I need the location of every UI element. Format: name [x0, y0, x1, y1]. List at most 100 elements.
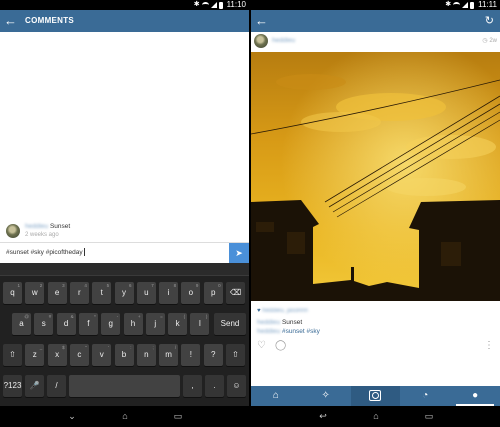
key-o[interactable]: o9 — [181, 282, 201, 304]
status-time: 11:10 — [226, 0, 246, 9]
likers-redacted[interactable]: heddieu, jasonnn — [262, 308, 308, 314]
clock-icon: ◷ — [482, 38, 488, 44]
key-e[interactable]: e3 — [47, 282, 67, 304]
avatar[interactable] — [6, 224, 20, 238]
status-time: 11:11 — [478, 0, 497, 9]
key-i[interactable]: i8 — [159, 282, 179, 304]
key-f[interactable]: f * — [78, 313, 98, 335]
heart-icon: ♥ — [257, 308, 261, 314]
shift-key[interactable]: ⇧ — [3, 344, 22, 366]
comment-bubble-icon[interactable]: ◯ — [275, 339, 286, 353]
symbols-key[interactable]: ?123 — [3, 375, 22, 397]
tab-profile[interactable]: ● — [450, 386, 500, 406]
system-nav-bar: ⌄ ⌂ ▭ — [0, 406, 249, 427]
shift-key[interactable]: ⇧ — [226, 344, 245, 366]
signal-icon — [210, 2, 217, 8]
key-r[interactable]: r4 — [69, 282, 89, 304]
tab-explore[interactable]: ✧ — [301, 386, 351, 406]
likes-line[interactable]: ♥ heddieu, jasonnn — [257, 308, 308, 314]
key-u[interactable]: u7 — [136, 282, 156, 304]
text-caret — [83, 248, 85, 257]
back-arrow-icon[interactable]: ← — [255, 13, 269, 29]
nav-home-button[interactable]: ⌂ — [366, 406, 386, 427]
key-m[interactable]: m / — [159, 344, 179, 366]
battery-icon — [218, 1, 223, 9]
nav-back-button[interactable]: ⌄ — [62, 406, 82, 427]
soft-keyboard: q 1 w 2 e 3 r 4 t 5 y 6 u 7 i 8 o 9 p 0 ⌫ a @ s # d & f * g - h + j = k(l) S… — [0, 263, 249, 406]
microphone-key[interactable]: 🎤 — [25, 375, 44, 397]
key-w[interactable]: w2 — [25, 282, 45, 304]
key-h[interactable]: h + — [123, 313, 143, 335]
comment-input-row: #sunset #sky #picoftheday ➤ — [0, 242, 249, 264]
heart-outline-icon[interactable]: ♡ — [257, 339, 266, 353]
battery-icon — [470, 1, 475, 9]
space-bar[interactable] — [69, 375, 180, 397]
key-z[interactable]: z _ — [25, 344, 45, 366]
post-tags: heddieu #sunset #sky — [257, 328, 320, 335]
key-v[interactable]: v ' — [92, 344, 112, 366]
comments-screen: ✱ 11:10 ← COMMENTS heddieu Sunset 2 week… — [0, 0, 249, 427]
key-g[interactable]: g- — [101, 313, 121, 335]
key-a[interactable]: a @ — [12, 313, 31, 335]
sunset-photo — [251, 52, 500, 301]
app-bar: ← COMMENTS — [0, 10, 249, 32]
username-redacted[interactable]: heddieu — [257, 319, 280, 326]
key-q[interactable]: q1 — [3, 282, 22, 304]
post-photo[interactable] — [251, 52, 500, 301]
post-header: heddieu ◷ 2w — [251, 32, 500, 51]
wifi-icon — [201, 2, 209, 8]
post-username[interactable]: heddieu — [272, 37, 295, 44]
comment-input[interactable]: #sunset #sky #picoftheday — [6, 247, 221, 259]
key-y[interactable]: y6 — [114, 282, 134, 304]
status-bar: ✱ 11:10 — [0, 0, 249, 10]
nav-home-button[interactable]: ⌂ — [115, 406, 135, 427]
key-d[interactable]: d & — [56, 313, 76, 335]
send-key[interactable]: Send — [214, 313, 246, 335]
page-title: COMMENTS — [25, 16, 75, 25]
explore-icon: ✧ — [321, 390, 330, 401]
status-bar: ✱ 11:11 — [251, 0, 500, 10]
key-x[interactable]: x $ — [47, 344, 67, 366]
key-.[interactable]: . — [205, 375, 224, 397]
bluetooth-icon: ✱ — [193, 1, 200, 8]
key-t[interactable]: t5 — [92, 282, 112, 304]
key-,[interactable]: , — [183, 375, 202, 397]
bluetooth-icon: ✱ — [445, 1, 452, 8]
nav-recents-button[interactable]: ▭ — [419, 406, 439, 427]
send-button[interactable]: ➤ — [229, 243, 249, 264]
username-redacted[interactable]: heddieu — [257, 328, 280, 335]
comment-text: heddieu Sunset — [25, 223, 70, 230]
key-b[interactable]: b: — [114, 344, 134, 366]
key-s[interactable]: s # — [34, 313, 54, 335]
speech-bubble-icon: ◔ — [422, 390, 429, 401]
emoji-key[interactable]: ☺ — [227, 375, 246, 397]
tab-activity[interactable]: ◔ — [400, 386, 450, 406]
comment-timestamp: 2 weeks ago — [25, 232, 59, 238]
tab-home[interactable]: ⌂ — [251, 386, 301, 406]
username-redacted[interactable]: heddieu — [25, 223, 48, 230]
key-c[interactable]: c " — [69, 344, 89, 366]
refresh-icon[interactable]: ↻ — [485, 13, 494, 29]
key-k[interactable]: k( — [168, 313, 188, 335]
key-![interactable]: ! — [181, 344, 201, 366]
back-arrow-icon[interactable]: ← — [4, 13, 18, 29]
key-l[interactable]: l) — [190, 313, 210, 335]
backspace-key[interactable]: ⌫ — [226, 282, 245, 304]
bottom-tab-bar: ⌂ ✧ ◔ ● — [251, 386, 500, 406]
more-options-icon[interactable]: ⋮ — [484, 339, 494, 353]
nav-recents-button[interactable]: ▭ — [168, 406, 188, 427]
tab-camera[interactable] — [350, 386, 401, 406]
key-/[interactable]: / — [47, 375, 66, 397]
post-actions: ♡ ◯ ⋮ — [251, 339, 500, 353]
nav-back-button[interactable]: ↩ — [313, 406, 333, 427]
key-?[interactable]: ? — [203, 344, 223, 366]
app-bar: ← ↻ — [251, 10, 500, 32]
post-detail-screen: ✱ 11:11 ← ↻ heddieu ◷ 2w ♥ heddieu, jaso… — [251, 0, 500, 427]
system-nav-bar: ↩ ⌂ ▭ — [251, 406, 500, 427]
key-p[interactable]: p0 — [203, 282, 223, 304]
wifi-icon — [453, 2, 461, 8]
avatar[interactable] — [254, 34, 268, 48]
key-n[interactable]: n; — [136, 344, 156, 366]
send-icon: ➤ — [235, 248, 243, 258]
key-j[interactable]: j = — [145, 313, 165, 335]
